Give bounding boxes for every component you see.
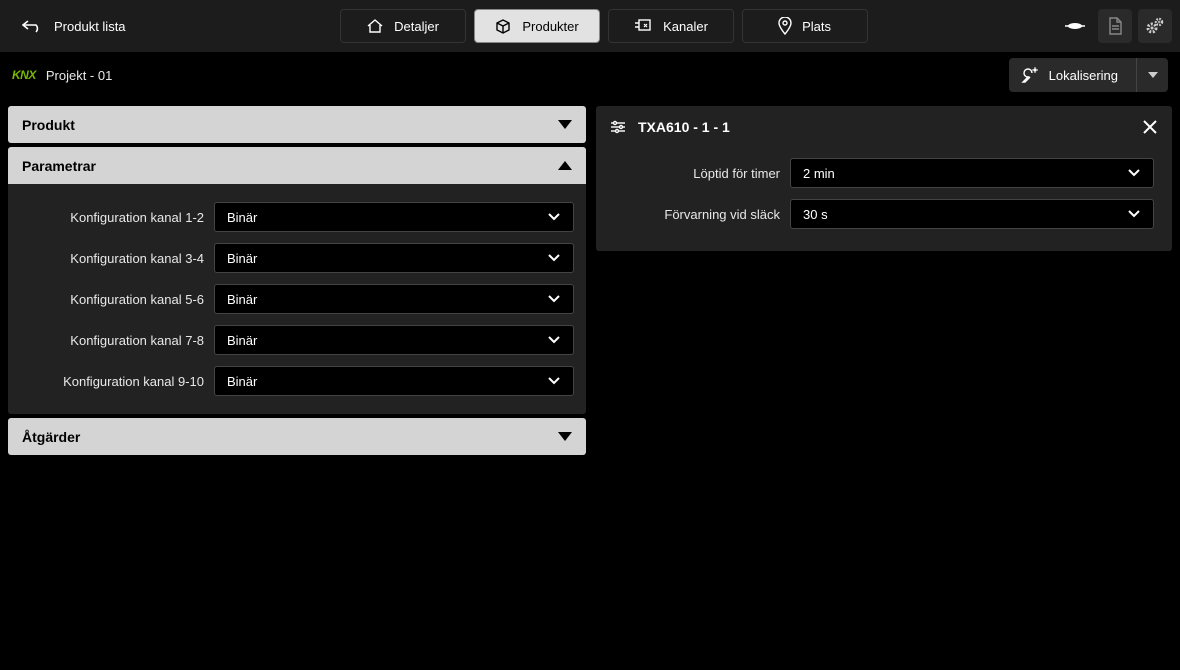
select-value: 30 s [803, 207, 828, 222]
caret-down-icon [1148, 72, 1158, 78]
detail-row: Förvarning vid släck 30 s [614, 199, 1154, 229]
connector-icon-button[interactable] [1058, 9, 1092, 43]
back-button[interactable]: Produkt lista [8, 11, 140, 42]
detail-body: Löptid för timer 2 min Förvarning vid sl… [596, 148, 1172, 229]
cube-icon [494, 17, 512, 35]
product-panel-header[interactable]: Produkt [8, 106, 586, 143]
param-label: Konfiguration kanal 7-8 [20, 333, 204, 348]
topbar: Produkt lista Detaljer Produkter [0, 0, 1180, 52]
localize-label: Lokalisering [1049, 68, 1118, 83]
chevron-down-icon [558, 432, 572, 442]
sliders-icon [610, 120, 626, 134]
detail-header: TXA610 - 1 - 1 [596, 106, 1172, 148]
param-select[interactable]: Binär [214, 366, 574, 396]
panel-title: Produkt [22, 117, 75, 133]
chevron-down-icon [547, 213, 561, 221]
subbar: KNX Projekt - 01 Lokalisering [0, 52, 1180, 98]
param-select[interactable]: Binär [214, 202, 574, 232]
detail-select[interactable]: 30 s [790, 199, 1154, 229]
select-value: Binär [227, 374, 257, 389]
param-label: Konfiguration kanal 1-2 [20, 210, 204, 225]
localize-dropdown[interactable] [1136, 58, 1168, 92]
chevron-down-icon [547, 254, 561, 262]
select-value: Binär [227, 292, 257, 307]
pin-icon [778, 17, 792, 35]
param-label: Konfiguration kanal 5-6 [20, 292, 204, 307]
gears-icon [1145, 17, 1165, 35]
param-row: Konfiguration kanal 9-10 Binär [20, 366, 574, 396]
chevron-down-icon [1127, 169, 1141, 177]
tab-channels[interactable]: Kanaler [608, 9, 734, 43]
detail-label: Löptid för timer [614, 166, 780, 181]
detail-label: Förvarning vid släck [614, 207, 780, 222]
chevron-down-icon [1127, 210, 1141, 218]
detail-row: Löptid för timer 2 min [614, 158, 1154, 188]
tab-products[interactable]: Produkter [474, 9, 600, 43]
back-label: Produkt lista [54, 19, 126, 34]
tab-label: Kanaler [663, 19, 708, 34]
param-select[interactable]: Binär [214, 325, 574, 355]
chevron-down-icon [547, 295, 561, 303]
project-name: Projekt - 01 [46, 68, 112, 83]
param-label: Konfiguration kanal 3-4 [20, 251, 204, 266]
chevron-up-icon [558, 161, 572, 171]
params-panel-header[interactable]: Parametrar [8, 147, 586, 184]
param-select[interactable]: Binär [214, 243, 574, 273]
detail-select[interactable]: 2 min [790, 158, 1154, 188]
params-panel: Parametrar Konfiguration kanal 1-2 Binär… [8, 147, 586, 414]
project-label: KNX Projekt - 01 [12, 68, 112, 83]
tab-location[interactable]: Plats [742, 9, 868, 43]
home-icon [366, 18, 384, 34]
document-button[interactable] [1098, 9, 1132, 43]
connector-icon [1064, 20, 1086, 32]
localize-button[interactable]: Lokalisering [1009, 58, 1136, 92]
tab-label: Produkter [522, 19, 578, 34]
param-row: Konfiguration kanal 7-8 Binär [20, 325, 574, 355]
select-value: Binär [227, 210, 257, 225]
channels-icon [633, 18, 653, 34]
close-button[interactable] [1142, 119, 1158, 135]
select-value: Binär [227, 251, 257, 266]
actions-panel-header[interactable]: Åtgärder [8, 418, 586, 455]
select-value: 2 min [803, 166, 835, 181]
param-row: Konfiguration kanal 1-2 Binär [20, 202, 574, 232]
chevron-down-icon [547, 336, 561, 344]
param-row: Konfiguration kanal 3-4 Binär [20, 243, 574, 273]
nav-tabs: Detaljer Produkter Kanaler [340, 9, 868, 43]
document-icon [1107, 17, 1123, 35]
knx-logo: KNX [12, 68, 36, 82]
chevron-down-icon [558, 120, 572, 130]
tab-label: Detaljer [394, 19, 439, 34]
param-row: Konfiguration kanal 5-6 Binär [20, 284, 574, 314]
right-column: TXA610 - 1 - 1 Löptid för timer 2 min F [596, 106, 1172, 455]
settings-button[interactable] [1138, 9, 1172, 43]
select-value: Binär [227, 333, 257, 348]
left-column: Produkt Parametrar Konfiguration kanal 1… [8, 106, 586, 455]
detail-panel: TXA610 - 1 - 1 Löptid för timer 2 min F [596, 106, 1172, 251]
detail-title: TXA610 - 1 - 1 [638, 119, 730, 135]
back-icon [22, 19, 42, 33]
topbar-right [1058, 9, 1172, 43]
localize-button-group: Lokalisering [1009, 58, 1168, 92]
param-label: Konfiguration kanal 9-10 [20, 374, 204, 389]
wrench-icon [1021, 66, 1039, 84]
panel-title: Parametrar [22, 158, 96, 174]
tab-label: Plats [802, 19, 831, 34]
close-icon [1142, 119, 1158, 135]
param-select[interactable]: Binär [214, 284, 574, 314]
chevron-down-icon [547, 377, 561, 385]
params-body: Konfiguration kanal 1-2 Binär Konfigurat… [8, 184, 586, 414]
panel-title: Åtgärder [22, 429, 80, 445]
content: Produkt Parametrar Konfiguration kanal 1… [0, 98, 1180, 463]
tab-details[interactable]: Detaljer [340, 9, 466, 43]
